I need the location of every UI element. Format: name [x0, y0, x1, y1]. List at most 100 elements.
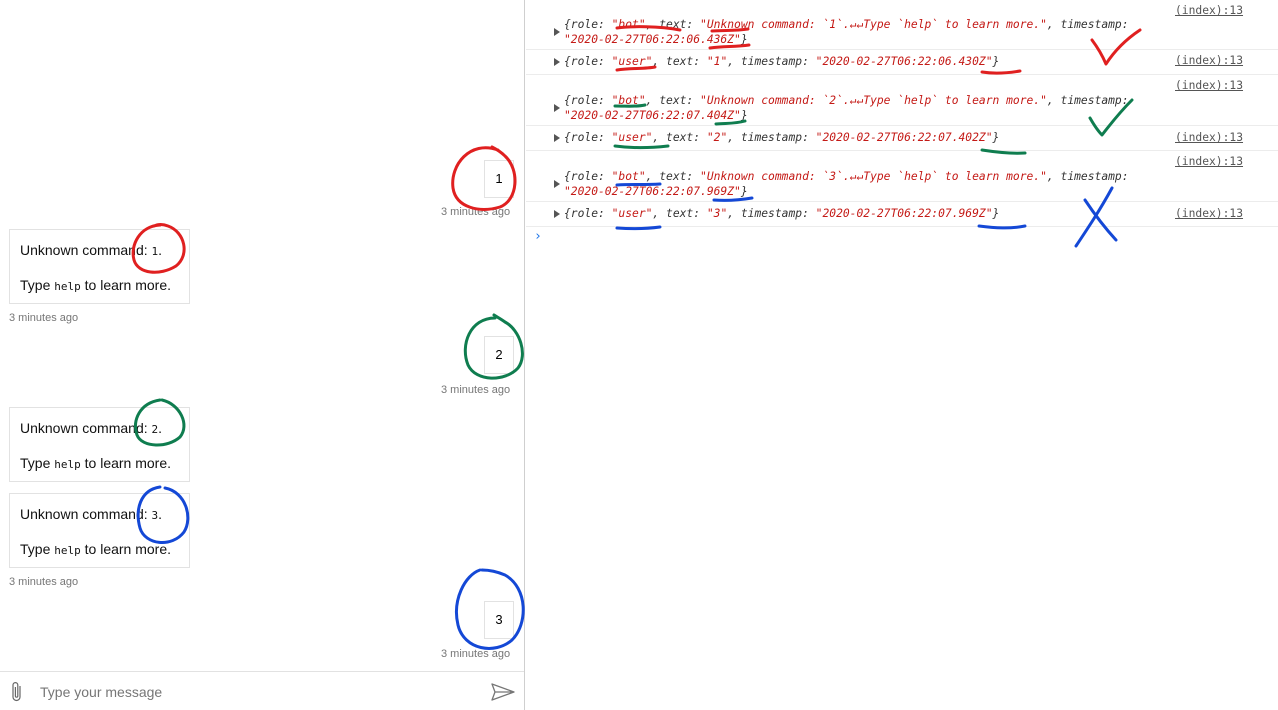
- user-message-bubble: 3: [484, 601, 514, 639]
- log-key: , text:: [652, 207, 707, 220]
- console-line: "2020-02-27T06:22:06.436Z"}: [564, 33, 748, 46]
- user-message-bubble: 1: [484, 160, 514, 198]
- bot-message-bubble: Unknown command: 2. Type help to learn m…: [9, 407, 190, 482]
- console-log-entry[interactable]: (index):13 {role: "user", text: "2", tim…: [526, 126, 1278, 151]
- source-link[interactable]: (index):13: [1175, 4, 1243, 17]
- bot-text: to learn more.: [80, 277, 172, 293]
- source-link[interactable]: (index):13: [1175, 155, 1243, 168]
- log-key: }: [740, 185, 748, 198]
- console-log-entry[interactable]: (index):13 {role: "bot", text: "Unknown …: [526, 151, 1278, 202]
- bot-message-bubble: Unknown command: 3. Type help to learn m…: [9, 493, 190, 568]
- log-key: , timestamp:: [727, 207, 816, 220]
- log-text: "Unknown command: `1`.↵↵Type `help` to l…: [700, 18, 1047, 31]
- log-key: }: [740, 109, 748, 122]
- source-link[interactable]: (index):13: [1175, 79, 1243, 92]
- console-line: {role: "user", text: "1", timestamp: "20…: [564, 55, 999, 68]
- inline-code: help: [54, 544, 81, 557]
- log-timestamp: "2020-02-27T06:22:06.430Z": [815, 55, 993, 68]
- bot-message-line: Unknown command: 2.: [20, 420, 162, 436]
- message-timestamp: 3 minutes ago: [441, 648, 511, 660]
- log-key: , text:: [652, 55, 707, 68]
- console-line: {role: "user", text: "2", timestamp: "20…: [564, 131, 999, 144]
- bot-text: Unknown command:: [20, 420, 152, 436]
- log-key: , timestamp:: [727, 131, 816, 144]
- log-key: {role:: [564, 131, 612, 144]
- message-timestamp: 3 minutes ago: [9, 312, 79, 324]
- log-key: {role:: [564, 18, 612, 31]
- user-message-text: 3: [495, 612, 503, 627]
- log-timestamp: "2020-02-27T06:22:07.404Z": [564, 109, 741, 122]
- message-timestamp: 3 minutes ago: [441, 384, 511, 396]
- log-text: "3": [706, 207, 728, 220]
- log-key: }: [992, 131, 1000, 144]
- expand-triangle-icon[interactable]: [554, 28, 560, 36]
- log-key: {role:: [564, 55, 612, 68]
- log-key: , timestamp:: [727, 55, 816, 68]
- log-text: "1": [706, 55, 728, 68]
- expand-triangle-icon[interactable]: [554, 104, 560, 112]
- console-log-entry[interactable]: (index):13 {role: "bot", text: "Unknown …: [526, 75, 1278, 126]
- log-key: , timestamp:: [1046, 170, 1129, 183]
- log-timestamp: "2020-02-27T06:22:07.969Z": [815, 207, 993, 220]
- expand-triangle-icon[interactable]: [554, 180, 560, 188]
- log-text: "Unknown command: `3`.↵↵Type `help` to l…: [700, 170, 1047, 183]
- log-role: "user": [611, 55, 653, 68]
- console-log-entry[interactable]: (index):13 {role: "user", text: "1", tim…: [526, 50, 1278, 75]
- console-line: {role: "bot", text: "Unknown command: `2…: [564, 94, 1129, 107]
- user-message-text: 1: [495, 171, 503, 186]
- log-key: , text:: [652, 131, 707, 144]
- log-key: , text:: [645, 170, 701, 183]
- console-line: {role: "bot", text: "Unknown command: `3…: [564, 170, 1129, 183]
- log-key: }: [740, 33, 748, 46]
- log-key: }: [992, 55, 1000, 68]
- console-log-entry[interactable]: (index):13 {role: "user", text: "3", tim…: [526, 202, 1278, 227]
- chat-pane: 1 3 minutes ago Unknown command: 1. Type…: [0, 0, 525, 710]
- console-prompt[interactable]: ›: [534, 229, 542, 244]
- bot-message-line: Type help to learn more.: [20, 277, 171, 293]
- message-composer: [0, 671, 524, 710]
- log-key: }: [992, 207, 1000, 220]
- bot-text: to learn more.: [80, 455, 172, 471]
- expand-triangle-icon[interactable]: [554, 210, 560, 218]
- inline-code: help: [54, 280, 81, 293]
- bot-message-line: Type help to learn more.: [20, 541, 171, 557]
- console-log-entry[interactable]: (index):13 {role: "bot", text: "Unknown …: [526, 0, 1278, 50]
- log-timestamp: "2020-02-27T06:22:07.969Z": [564, 185, 741, 198]
- paperclip-icon[interactable]: [9, 681, 25, 703]
- expand-triangle-icon[interactable]: [554, 58, 560, 66]
- log-key: , text:: [645, 18, 701, 31]
- bot-text: Type: [20, 541, 55, 557]
- log-text: "Unknown command: `2`.↵↵Type `help` to l…: [700, 94, 1047, 107]
- devtools-console: (index):13 {role: "bot", text: "Unknown …: [526, 0, 1278, 710]
- console-line: "2020-02-27T06:22:07.404Z"}: [564, 109, 748, 122]
- console-line: {role: "bot", text: "Unknown command: `1…: [564, 18, 1129, 31]
- message-timestamp: 3 minutes ago: [9, 576, 79, 588]
- log-role: "bot": [611, 170, 646, 183]
- log-role: "bot": [611, 94, 646, 107]
- bot-text: Unknown command:: [20, 242, 152, 258]
- log-key: , timestamp:: [1046, 18, 1129, 31]
- bot-text: Type: [20, 455, 55, 471]
- log-key: {role:: [564, 207, 612, 220]
- source-link[interactable]: (index):13: [1175, 131, 1243, 144]
- expand-triangle-icon[interactable]: [554, 134, 560, 142]
- bot-message-line: Unknown command: 3.: [20, 506, 162, 522]
- source-link[interactable]: (index):13: [1175, 54, 1243, 67]
- source-link[interactable]: (index):13: [1175, 207, 1243, 220]
- bot-message-line: Type help to learn more.: [20, 455, 171, 471]
- message-timestamp: 3 minutes ago: [441, 206, 511, 218]
- log-key: , timestamp:: [1046, 94, 1129, 107]
- log-key: {role:: [564, 94, 612, 107]
- log-role: "user": [611, 207, 653, 220]
- console-line: "2020-02-27T06:22:07.969Z"}: [564, 185, 748, 198]
- bot-text: Unknown command:: [20, 506, 152, 522]
- bot-message-bubble: Unknown command: 1. Type help to learn m…: [9, 229, 190, 304]
- log-key: , text:: [645, 94, 701, 107]
- log-role: "user": [611, 131, 653, 144]
- message-input[interactable]: [40, 680, 460, 704]
- bot-text: to learn more.: [80, 541, 172, 557]
- console-line: {role: "user", text: "3", timestamp: "20…: [564, 207, 999, 220]
- send-icon[interactable]: [490, 682, 516, 702]
- log-key: {role:: [564, 170, 612, 183]
- log-text: "2": [706, 131, 728, 144]
